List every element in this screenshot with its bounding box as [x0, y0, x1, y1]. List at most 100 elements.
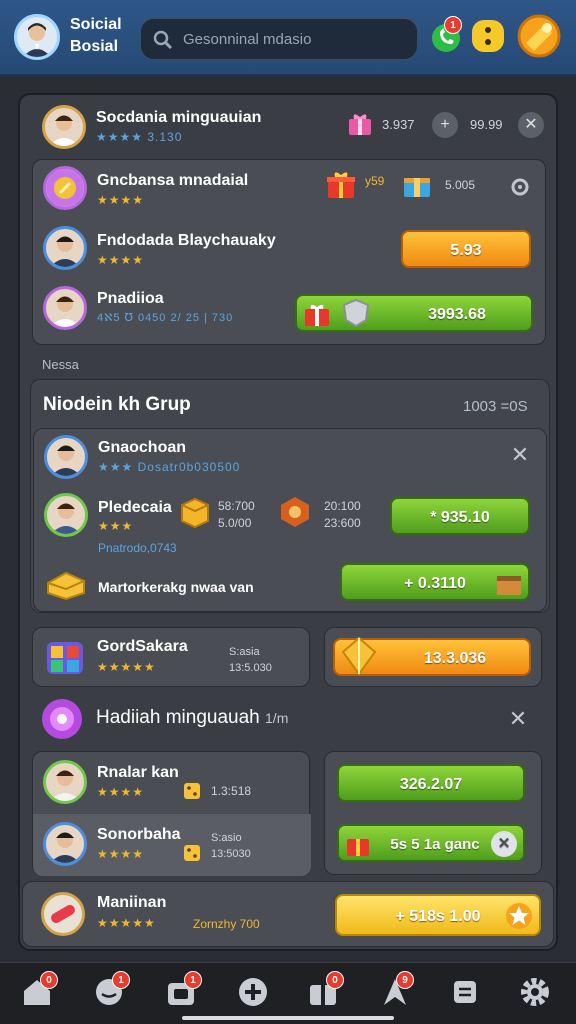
- stat-a1: 58:700: [218, 499, 255, 513]
- player-stat-a: S:asio: [211, 832, 242, 844]
- trophy-icon: [339, 634, 379, 680]
- gift-icon: [303, 300, 331, 328]
- search-icon: [153, 30, 173, 50]
- nav-gifts[interactable]: 0: [306, 971, 344, 1009]
- coin-claim-button[interactable]: + 518s 1.00: [335, 894, 541, 936]
- puzzle-icon: [43, 638, 87, 678]
- close-icon[interactable]: ✕: [491, 831, 517, 857]
- nav-home[interactable]: 0: [20, 971, 58, 1009]
- nav-badge: 1: [112, 971, 130, 989]
- avatar[interactable]: [43, 286, 87, 330]
- player-value: 1.3:518: [211, 784, 252, 798]
- player-name: Gnaochoan: [98, 439, 187, 456]
- reward-button[interactable]: 3993.68: [295, 294, 533, 332]
- player-stats: 4ℵ5 ℧ 0450 2/ 25 | 730: [97, 312, 234, 324]
- gift-send-button[interactable]: 5s 5 1a ganc ✕: [337, 824, 525, 862]
- player-rating: ★★★★ 3.130: [96, 130, 183, 144]
- group-card: Gnaochoan ★★★ Dosatr0b030500 ✕ Pledecaia…: [33, 428, 547, 612]
- group-section: Niodein kh Grup 1003 =0S Gnaochoan ★★★ D…: [30, 379, 550, 613]
- tile-stat-b: 13:5.030: [229, 662, 272, 674]
- avatar[interactable]: [41, 892, 85, 936]
- star-icon: [505, 902, 533, 930]
- hex-coin-icon: [278, 495, 312, 529]
- reward-button[interactable]: 326.2.07: [337, 764, 525, 802]
- phone-icon[interactable]: 1: [428, 16, 468, 56]
- player-stat-b: 13:5030: [211, 848, 251, 860]
- nav-badge: 1: [184, 971, 202, 989]
- candy-icon: [40, 697, 84, 741]
- refresh-icon[interactable]: [509, 176, 531, 198]
- stat-b2: 23:600: [324, 516, 361, 530]
- dice-icon: [183, 844, 201, 862]
- nav-badge: 0: [40, 971, 58, 989]
- claim-button[interactable]: + 0.3110: [340, 563, 530, 601]
- gift-icon: [346, 109, 374, 137]
- nav-chat[interactable]: 1: [92, 971, 130, 1009]
- avatar[interactable]: [44, 493, 88, 537]
- player-name: Maniinan: [97, 894, 167, 911]
- nav-list[interactable]: [448, 975, 482, 1009]
- player-name: Pledecaia: [98, 499, 172, 516]
- top-bar: Soicial Bosial Gesonninal mdasio 1: [0, 0, 576, 76]
- avatar[interactable]: [43, 226, 87, 270]
- close-button[interactable]: ✕: [518, 112, 544, 138]
- group-count: 1003 =0S: [463, 398, 528, 415]
- tile-stat-a: S:asia: [229, 646, 260, 658]
- nav-store[interactable]: 1: [164, 971, 202, 1009]
- nav-settings[interactable]: [518, 975, 552, 1009]
- nav-badge: 0: [326, 971, 344, 989]
- players-actions-card: 326.2.07 5s 5 1a ganc ✕: [324, 751, 542, 875]
- player-name: Gncbansa mnadaial: [97, 172, 249, 189]
- extra-value: Zornzhy 700: [193, 917, 260, 931]
- player-rating: ★★★★: [97, 193, 145, 207]
- dice-icon: [183, 782, 201, 800]
- close-icon[interactable]: ✕: [508, 708, 528, 730]
- gift-icon: [345, 830, 371, 858]
- treasure-box-icon: [401, 168, 433, 200]
- home-indicator: [182, 1016, 394, 1020]
- coin-button[interactable]: 5.93: [401, 230, 531, 268]
- coin-shop-icon[interactable]: [514, 13, 564, 59]
- add-button[interactable]: +: [432, 112, 458, 138]
- tile-rating: ★★★★★: [97, 660, 156, 674]
- avatar[interactable]: [43, 760, 87, 804]
- bottom-card: Maniinan ★★★★★ Zornzhy 700 + 518s 1.00: [22, 881, 554, 947]
- cheese-icon: [46, 567, 86, 601]
- gift-count: 3.937: [382, 117, 415, 132]
- hadiah-title: Hadiiah minguauah 1/m: [96, 707, 289, 728]
- avatar[interactable]: [44, 435, 88, 479]
- section-label: Nessa: [42, 357, 79, 372]
- gem-button[interactable]: 13.3.036: [333, 636, 531, 676]
- player-footnote: Pnatrodo,0743: [98, 541, 177, 555]
- players-card: Rnalar kan ★★★★ 1.3:518 Sonorbaha ★★★★ S…: [32, 751, 311, 876]
- search-input[interactable]: Gesonninal mdasio: [140, 18, 418, 60]
- gift-box-icon: [325, 168, 357, 200]
- tile-name: GordSakara: [97, 638, 188, 655]
- nav-events[interactable]: 9: [378, 971, 414, 1009]
- add-circle-icon: [239, 978, 267, 1006]
- avatar[interactable]: [42, 105, 86, 149]
- avatar[interactable]: [43, 166, 87, 210]
- notification-badge: 1: [444, 16, 462, 34]
- score-value: 99.99: [470, 117, 503, 132]
- nav-add[interactable]: [236, 975, 270, 1009]
- box-value: 5.005: [445, 178, 476, 192]
- app-avatar[interactable]: [14, 14, 60, 60]
- tile-card[interactable]: GordSakara ★★★★★ S:asia 13:5.030: [32, 627, 310, 687]
- item-name: Martorkerakg nwaa van: [98, 579, 254, 595]
- avatar[interactable]: [43, 822, 87, 866]
- group-title: Niodein kh Grup: [43, 394, 191, 415]
- search-placeholder: Gesonninal mdasio: [183, 31, 312, 48]
- box-icon: [178, 495, 212, 529]
- bottom-nav: 0 1 1 0 9: [0, 962, 576, 1024]
- player-rating: ★★★★: [97, 253, 145, 267]
- tile-card[interactable]: 13.3.036: [324, 627, 542, 687]
- player-name: Sonorbaha: [97, 826, 181, 843]
- reward-button[interactable]: * 935.10: [390, 497, 530, 535]
- smiley-icon[interactable]: [468, 16, 508, 56]
- player-name: Pnadiioa: [97, 290, 164, 307]
- gift-value: y59: [365, 174, 385, 188]
- close-icon[interactable]: ✕: [510, 444, 530, 466]
- crate-icon: [494, 568, 524, 598]
- stat-b1: 20:100: [324, 499, 361, 513]
